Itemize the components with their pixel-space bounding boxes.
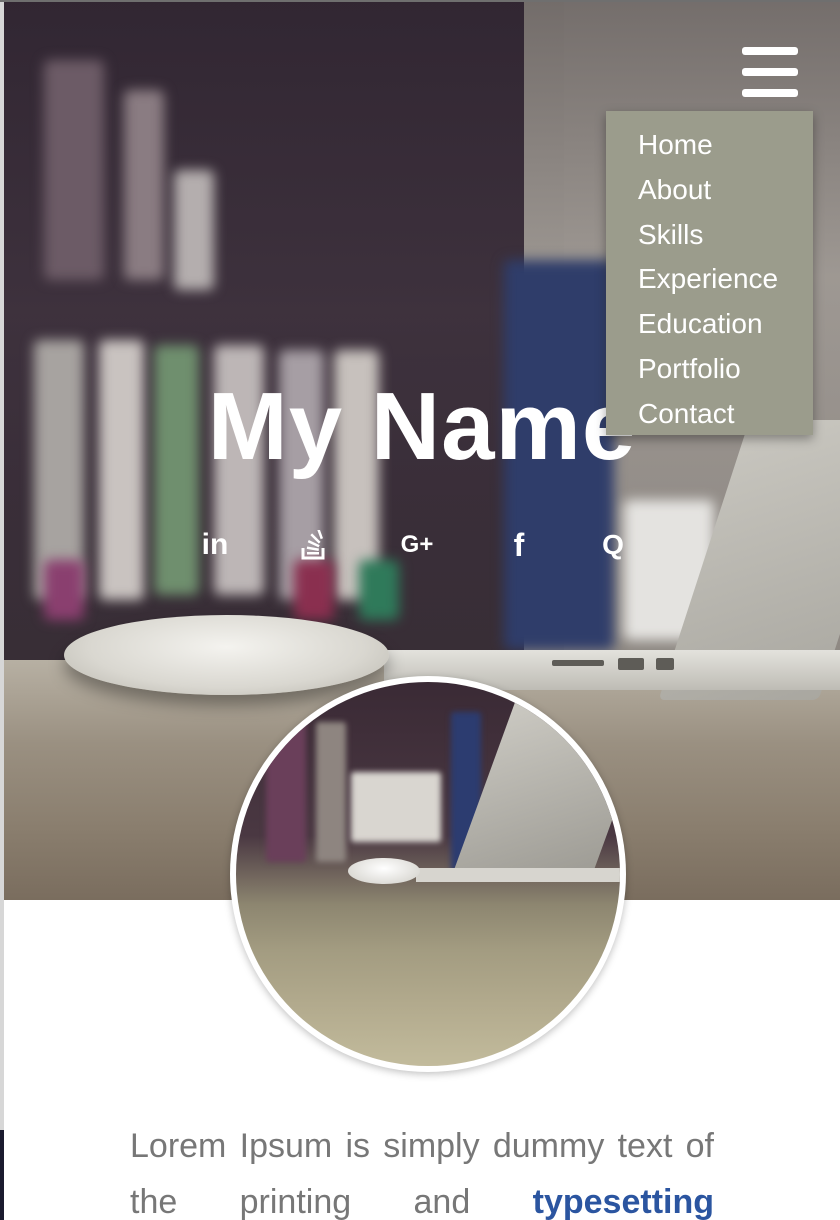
nav-item-education[interactable]: Education xyxy=(638,302,813,347)
hamburger-bar xyxy=(742,89,798,97)
avatar-bg-mouse xyxy=(348,858,420,884)
hero-bg-mouse xyxy=(64,615,389,695)
bio-text: the printing and xyxy=(130,1183,471,1220)
page: Home About Skills Experience Education P… xyxy=(0,0,840,1220)
nav-item-about[interactable]: About xyxy=(638,168,813,213)
bio-line-1: Lorem Ipsum is simply dummy text of xyxy=(130,1127,714,1165)
nav-item-home[interactable]: Home xyxy=(638,123,813,168)
nav-dropdown-menu: Home About Skills Experience Education P… xyxy=(606,111,813,435)
hero-bg-book xyxy=(44,60,104,280)
linkedin-icon[interactable]: in xyxy=(190,520,240,570)
avatar-bg-book xyxy=(316,722,346,862)
top-border xyxy=(0,0,840,2)
profile-avatar xyxy=(230,676,626,1072)
hamburger-bar xyxy=(742,47,798,55)
avatar-bg-book xyxy=(266,712,306,862)
avatar-bg-book xyxy=(351,772,441,842)
facebook-icon[interactable]: f xyxy=(494,520,544,570)
hamburger-bar xyxy=(742,68,798,76)
hamburger-menu-icon[interactable] xyxy=(742,47,798,97)
nav-item-skills[interactable]: Skills xyxy=(638,213,813,258)
nav-item-contact[interactable]: Contact xyxy=(638,392,813,437)
left-border xyxy=(0,0,4,1220)
stackoverflow-icon-svg xyxy=(301,530,325,560)
left-border-dark xyxy=(0,1130,4,1220)
quora-icon[interactable]: Q xyxy=(588,520,638,570)
hero-bg-book xyxy=(174,170,214,290)
nav-item-portfolio[interactable]: Portfolio xyxy=(638,347,813,392)
hero-bg-laptop-port xyxy=(552,660,604,666)
bio-line-2: the printing and typesetting xyxy=(130,1174,714,1220)
bio-paragraph: Lorem Ipsum is simply dummy text of the … xyxy=(130,1118,714,1220)
bio-link-typesetting[interactable]: typesetting xyxy=(533,1183,714,1220)
hero-bg-laptop-port xyxy=(656,658,674,670)
hero-bg-book xyxy=(124,90,164,280)
stackoverflow-icon[interactable] xyxy=(289,520,339,570)
profile-avatar-image xyxy=(236,682,620,1066)
google-plus-icon[interactable]: G+ xyxy=(392,520,442,570)
social-links: in G+ f Q xyxy=(0,520,840,570)
hero-bg-laptop-port xyxy=(618,658,644,670)
nav-item-experience[interactable]: Experience xyxy=(638,257,813,302)
avatar-bg-laptop-base xyxy=(416,868,620,882)
